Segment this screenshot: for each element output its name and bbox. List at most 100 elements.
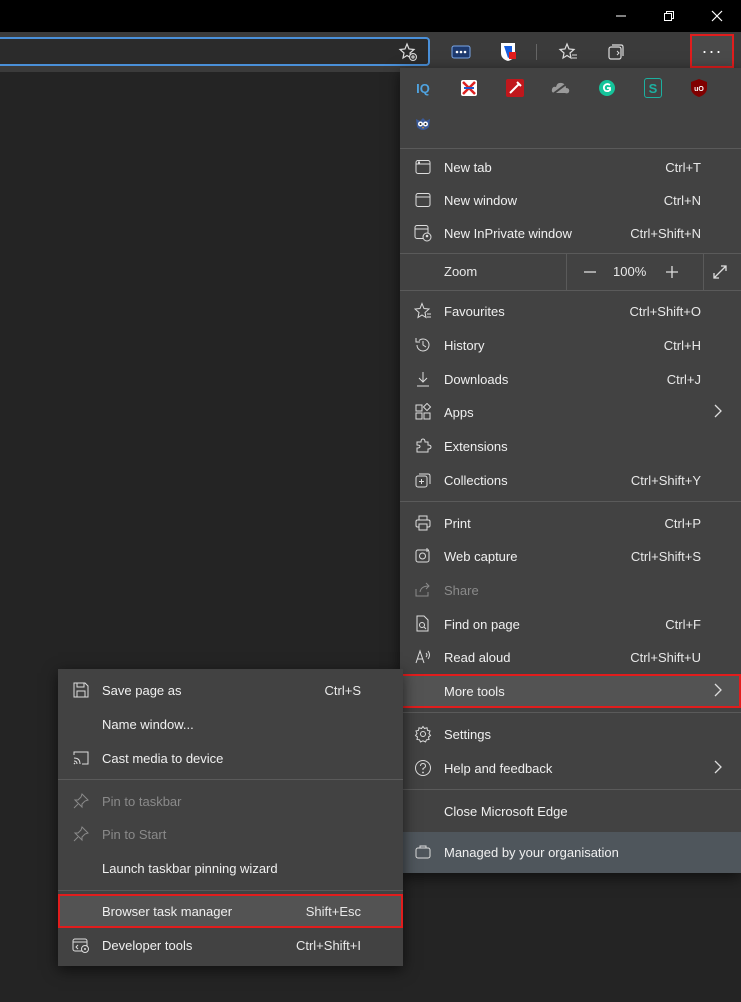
gear-icon xyxy=(413,724,433,744)
owl-extension-icon[interactable] xyxy=(411,112,435,136)
submenu-item-browser-task-manager[interactable]: Browser task manager Shift+Esc xyxy=(58,894,403,928)
zoom-out-button[interactable] xyxy=(578,260,602,284)
menu-item-downloads[interactable]: Downloads Ctrl+J xyxy=(400,362,741,396)
fullscreen-button[interactable] xyxy=(708,260,732,284)
menu-item-apps[interactable]: Apps xyxy=(400,395,741,429)
shield-extension-icon[interactable] xyxy=(457,76,481,100)
ublock-extension-icon[interactable]: uO xyxy=(687,76,711,100)
submenu-item-save-page[interactable]: Save page as Ctrl+S xyxy=(58,673,403,707)
collections-icon[interactable] xyxy=(604,40,628,64)
chevron-right-icon xyxy=(713,404,723,418)
new-window-icon xyxy=(413,190,433,210)
apps-icon xyxy=(413,402,433,422)
find-icon xyxy=(413,614,433,634)
managed-by-organisation[interactable]: Managed by your organisation xyxy=(400,832,741,873)
minimize-icon xyxy=(616,15,626,17)
menu-item-favourites[interactable]: Favourites Ctrl+Shift+O xyxy=(400,294,741,328)
menu-item-web-capture[interactable]: Web capture Ctrl+Shift+S xyxy=(400,539,741,573)
zoom-row: Zoom 100% xyxy=(400,254,741,290)
plus-icon xyxy=(666,266,678,278)
menu-item-close-edge[interactable]: Close Microsoft Edge xyxy=(400,794,741,828)
menu-item-new-tab[interactable]: New tab Ctrl+T xyxy=(400,150,741,184)
download-icon xyxy=(413,369,433,389)
favourites-icon[interactable] xyxy=(556,40,580,64)
help-icon xyxy=(413,758,433,778)
menu-separator xyxy=(58,779,403,780)
zoom-label: Zoom xyxy=(444,264,478,279)
developer-tools-icon xyxy=(71,935,91,955)
menu-separator xyxy=(400,789,741,790)
minimize-button[interactable] xyxy=(597,0,645,32)
save-icon xyxy=(71,680,91,700)
briefcase-icon xyxy=(413,842,433,862)
chevron-right-icon xyxy=(713,760,723,774)
zoom-in-button[interactable] xyxy=(660,260,684,284)
extensions-row-2 xyxy=(400,106,741,142)
address-bar[interactable] xyxy=(0,37,430,66)
menu-item-history[interactable]: History Ctrl+H xyxy=(400,328,741,362)
submenu-item-cast-media[interactable]: Cast media to device xyxy=(58,741,403,775)
toolbar-divider xyxy=(536,44,537,60)
menu-item-find-on-page[interactable]: Find on page Ctrl+F xyxy=(400,607,741,641)
favourites-star-icon xyxy=(413,301,433,321)
menu-item-new-inprivate[interactable]: New InPrivate window Ctrl+Shift+N xyxy=(400,216,741,250)
menu-item-help[interactable]: Help and feedback xyxy=(400,751,741,785)
read-aloud-icon xyxy=(413,647,433,667)
menu-item-more-tools[interactable]: More tools xyxy=(400,674,741,708)
inprivate-icon xyxy=(413,223,433,243)
grammarly-extension-icon[interactable] xyxy=(595,76,619,100)
zoom-divider xyxy=(703,254,704,290)
more-tools-submenu: Save page as Ctrl+S Name window... Cast … xyxy=(58,669,403,966)
pin-icon xyxy=(71,824,91,844)
menu-item-extensions[interactable]: Extensions xyxy=(400,429,741,463)
pin-icon xyxy=(71,791,91,811)
submenu-item-developer-tools[interactable]: Developer tools Ctrl+Shift+I xyxy=(58,928,403,962)
menu-item-settings[interactable]: Settings xyxy=(400,717,741,751)
menu-item-share[interactable]: Share xyxy=(400,573,741,607)
menu-separator xyxy=(400,290,741,291)
title-bar xyxy=(0,0,741,32)
settings-menu: IQ S uO New tab Ctrl+T New window Ctrl+N… xyxy=(400,68,741,873)
menu-item-new-window[interactable]: New window Ctrl+N xyxy=(400,183,741,217)
close-icon xyxy=(711,10,723,22)
bitwarden-extension-icon[interactable] xyxy=(496,40,520,64)
menu-item-read-aloud[interactable]: Read aloud Ctrl+Shift+U xyxy=(400,640,741,674)
zoom-value: 100% xyxy=(613,264,647,279)
more-dots-icon: ··· xyxy=(701,40,723,61)
iq-extension-icon[interactable]: IQ xyxy=(411,76,435,100)
menu-separator xyxy=(400,712,741,713)
collections-icon xyxy=(413,470,433,490)
zoom-divider xyxy=(566,254,567,290)
add-favourite-icon[interactable] xyxy=(396,40,420,64)
browser-toolbar xyxy=(0,32,741,72)
submenu-item-name-window[interactable]: Name window... xyxy=(58,707,403,741)
printer-icon xyxy=(413,513,433,533)
minus-icon xyxy=(584,271,596,273)
svg-text:uO: uO xyxy=(694,86,704,93)
share-icon xyxy=(413,580,433,600)
menu-item-print[interactable]: Print Ctrl+P xyxy=(400,506,741,540)
puzzle-icon xyxy=(413,436,433,456)
menu-item-collections[interactable]: Collections Ctrl+Shift+Y xyxy=(400,463,741,497)
close-window-button[interactable] xyxy=(693,0,741,32)
settings-and-more-button[interactable]: ··· xyxy=(690,34,734,68)
expand-icon xyxy=(713,265,727,279)
restore-button[interactable] xyxy=(645,0,693,32)
submenu-item-pin-start[interactable]: Pin to Start xyxy=(58,817,403,851)
cast-icon xyxy=(71,748,91,768)
extension-dots-icon[interactable] xyxy=(449,40,473,64)
s-extension-icon[interactable]: S xyxy=(641,76,665,100)
new-tab-icon xyxy=(413,157,433,177)
chevron-right-icon xyxy=(713,683,723,697)
cloud-extension-icon[interactable] xyxy=(549,76,573,100)
menu-separator xyxy=(58,890,403,891)
submenu-item-pin-taskbar[interactable]: Pin to taskbar xyxy=(58,784,403,818)
menu-separator xyxy=(400,501,741,502)
history-icon xyxy=(413,335,433,355)
submenu-item-pin-wizard[interactable]: Launch taskbar pinning wizard xyxy=(58,851,403,885)
web-capture-icon xyxy=(413,546,433,566)
extensions-row: IQ S uO xyxy=(400,70,741,106)
restore-icon xyxy=(664,11,674,21)
pen-extension-icon[interactable] xyxy=(503,76,527,100)
menu-separator xyxy=(400,148,741,149)
